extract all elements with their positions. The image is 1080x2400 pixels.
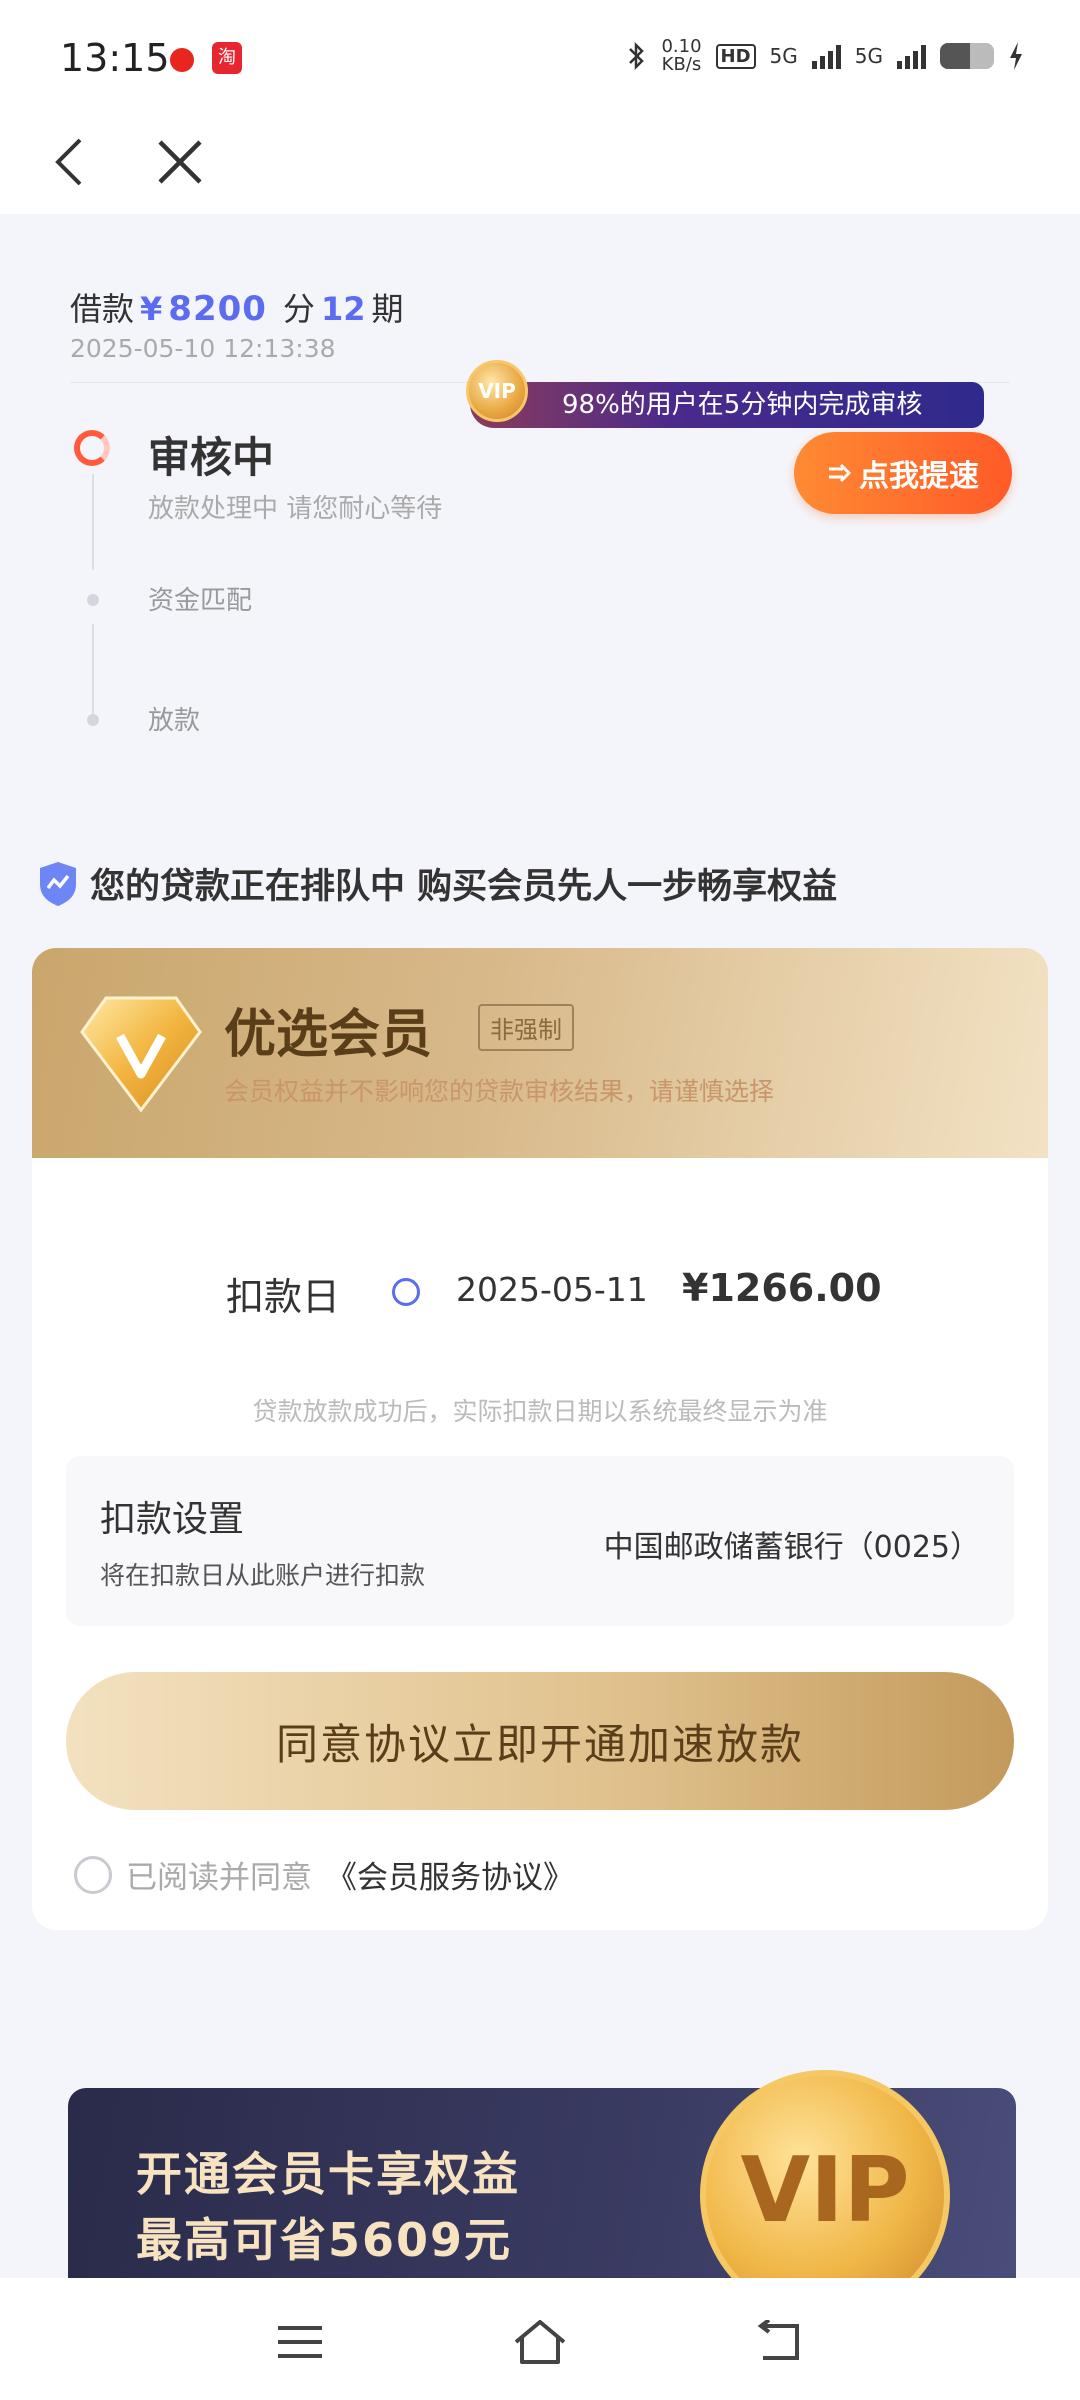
- bluetooth-icon: [629, 41, 645, 71]
- step-line: [92, 624, 94, 720]
- loan-prefix: 借款: [70, 290, 135, 328]
- member-card-header: 优选会员 非强制 会员权益并不影响您的贷款审核结果，请谨慎选择: [32, 948, 1048, 1158]
- home-icon[interactable]: [510, 2312, 570, 2372]
- deduct-row: 扣款日 2025-05-11 ¥1266.00: [32, 1260, 1048, 1320]
- battery-level: [940, 43, 970, 69]
- loan-datetime: 2025-05-10 12:13:38: [70, 334, 336, 363]
- status-right: 0.10 KB/s HD 5G 5G: [625, 38, 1024, 74]
- signal2-label: 5G: [854, 44, 883, 68]
- tip-banner: 98%的用户在5分钟内完成审核: [470, 382, 984, 428]
- promo-line1: 开通会员卡享权益: [136, 2147, 520, 2201]
- step-active-icon: [74, 430, 110, 466]
- step-disbursement: 放款: [148, 706, 201, 736]
- speed-arrow-icon: [829, 463, 852, 483]
- step-line: [92, 474, 94, 570]
- member-header: 您的贷款正在排队中 购买会员先人一步畅享权益: [36, 858, 837, 909]
- step-fund-matching: 资金匹配: [148, 586, 253, 616]
- diamond-v-icon: [80, 996, 202, 1113]
- loan-section: 借款 ¥ 8200 分 12 期 2025-05-10 12:13:38 98%…: [0, 214, 1080, 774]
- agree-checkbox[interactable]: [74, 1855, 112, 1894]
- member-header-text: 您的贷款正在排队中 购买会员先人一步畅享权益: [90, 867, 838, 907]
- loan-amount: 8200: [168, 289, 267, 329]
- agreement-row: 已阅读并同意 《会员服务协议》: [74, 1852, 574, 1897]
- menu-icon[interactable]: [270, 2312, 330, 2372]
- loan-period-unit: 期: [371, 290, 404, 328]
- deduct-label: 扣款日: [226, 1275, 341, 1319]
- status-time: 13:15: [60, 36, 170, 80]
- step-title-reviewing: 审核中: [148, 433, 275, 482]
- bank-account: 中国邮政储蓄银行（0025）: [603, 1530, 980, 1565]
- return-icon[interactable]: [750, 2312, 810, 2372]
- agree-text: 已阅读并同意: [126, 1860, 312, 1896]
- signal-icon: [897, 43, 926, 69]
- step-dot: [87, 594, 99, 606]
- signal-icon: [811, 43, 841, 69]
- top-nav: [0, 110, 1080, 214]
- status-bar: 13:15 淘 0.10 KB/s HD 5G 5G: [0, 0, 1080, 110]
- speed-up-button[interactable]: 点我提速: [794, 432, 1012, 514]
- deduct-radio[interactable]: [392, 1278, 420, 1306]
- step-sub-reviewing: 放款处理中 请您耐心等待: [148, 494, 443, 524]
- deduct-date: 2025-05-11: [456, 1270, 648, 1309]
- promo-line2: 最高可省5609元: [136, 2213, 513, 2267]
- deduct-setting-sub: 将在扣款日从此账户进行扣款: [100, 1561, 426, 1590]
- member-title: 优选会员: [224, 1005, 433, 1065]
- speed-up-label: 点我提速: [859, 459, 979, 494]
- shield-check-icon: [40, 861, 76, 906]
- close-icon[interactable]: [150, 132, 210, 192]
- step-dot: [87, 714, 99, 726]
- deduct-note: 贷款放款成功后，实际扣款日期以系统最终显示为准: [252, 1397, 828, 1426]
- loan-currency: ¥: [140, 290, 163, 328]
- member-desc: 会员权益并不影响您的贷款审核结果，请谨慎选择: [224, 1077, 775, 1106]
- loan-periods: 12: [320, 290, 366, 328]
- hd-icon: HD: [715, 43, 756, 69]
- app-red-dot-icon: [170, 48, 194, 72]
- loan-split: 分: [282, 290, 315, 328]
- net-speed-unit: KB/s: [661, 54, 702, 75]
- charging-icon: [1010, 42, 1022, 70]
- agree-activate-button[interactable]: 同意协议立即开通加速放款: [66, 1672, 1014, 1810]
- deduct-amount: ¥1266.00: [682, 1266, 882, 1310]
- member-card: 优选会员 非强制 会员权益并不影响您的贷款审核结果，请谨慎选择 扣款日 2025…: [32, 948, 1048, 1930]
- non-mandatory-badge: 非强制: [478, 1004, 574, 1051]
- taobao-app-icon: 淘: [212, 42, 242, 74]
- loan-title: 借款 ¥ 8200 分 12 期: [70, 284, 403, 330]
- deduct-setting[interactable]: 扣款设置 将在扣款日从此账户进行扣款 中国邮政储蓄银行（0025）: [66, 1456, 1014, 1626]
- vip-coin-icon: VIP: [466, 360, 528, 422]
- deduct-setting-title: 扣款设置: [100, 1499, 245, 1540]
- net-speed: 0.10 KB/s: [661, 38, 701, 74]
- signal1-label: 5G: [769, 44, 798, 68]
- battery-icon: [940, 43, 994, 69]
- agreement-link[interactable]: 《会员服务协议》: [326, 1852, 574, 1897]
- back-arrow-icon[interactable]: [40, 132, 100, 192]
- bottom-nav: [0, 2278, 1080, 2400]
